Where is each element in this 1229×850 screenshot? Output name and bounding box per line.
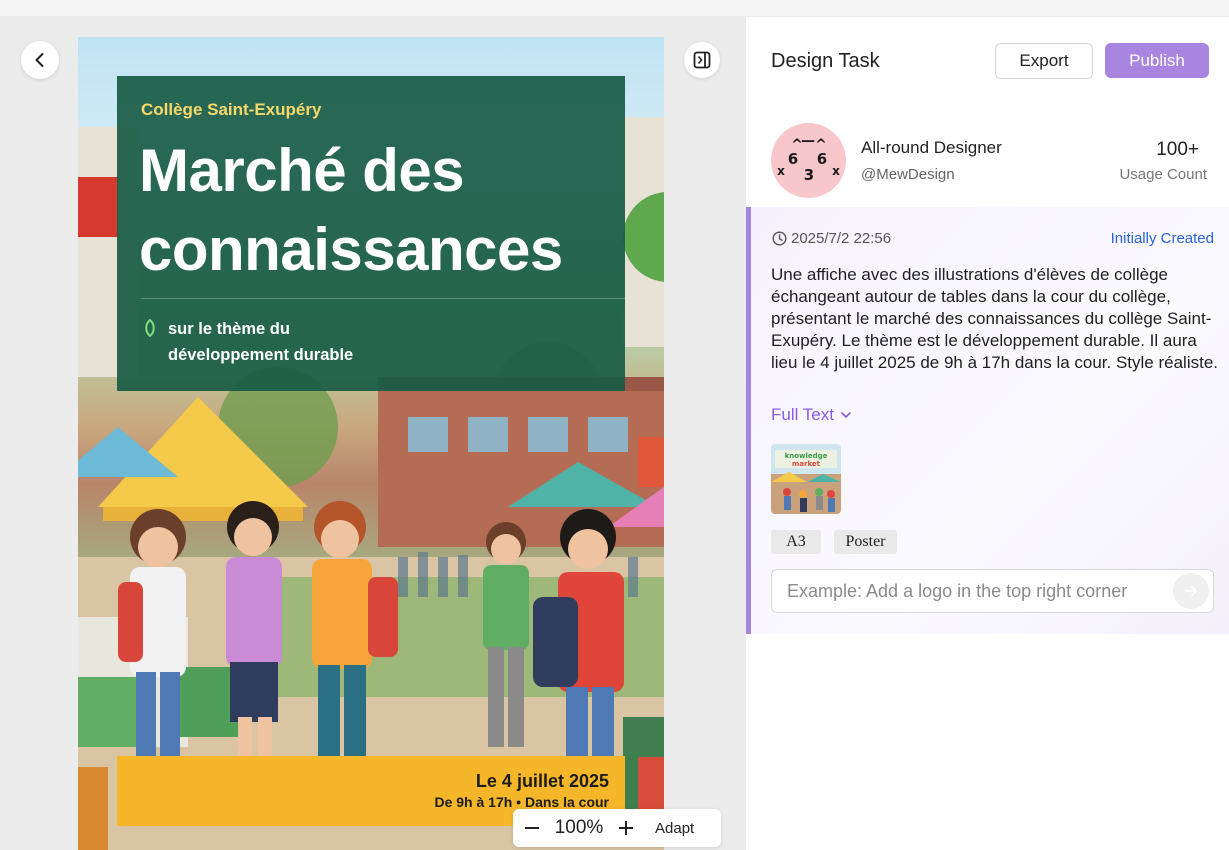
svg-text:knowledge: knowledge — [785, 452, 828, 460]
poster-school-name: Collège Saint-Exupéry — [141, 100, 322, 119]
design-canvas: Collège Saint-Exupéry Marché des connais… — [0, 17, 746, 850]
initially-created-link[interactable]: Initially Created — [1111, 230, 1214, 247]
poster-title-line-1: Marché des — [139, 137, 465, 204]
usage-count: 100+ — [1156, 139, 1199, 160]
zoom-controls: 100% Adapt — [513, 809, 721, 847]
edit-prompt-field[interactable] — [771, 569, 1214, 613]
tag-size: A3 — [771, 530, 821, 554]
svg-text:market: market — [792, 460, 821, 468]
back-button[interactable] — [21, 41, 59, 79]
svg-text:6: 6 — [788, 150, 798, 168]
poster-preview[interactable]: Collège Saint-Exupéry Marché des connais… — [78, 37, 664, 850]
adapt-button[interactable]: Adapt — [655, 820, 694, 837]
thumbnail-image: knowledge market — [771, 444, 841, 514]
cat-face-icon: ^ — ^ 6 6 x 3 x — [777, 133, 840, 184]
edit-prompt-input[interactable] — [787, 570, 1137, 612]
export-button[interactable]: Export — [995, 43, 1093, 79]
designer-handle: @MewDesign — [861, 166, 955, 183]
svg-text:—: — — [801, 133, 815, 149]
poster-time-location: De 9h à 17h • Dans la cour — [434, 794, 609, 810]
publish-button[interactable]: Publish — [1105, 43, 1209, 78]
poster-date: Le 4 juillet 2025 — [475, 771, 609, 791]
plus-icon — [619, 821, 633, 835]
task-prompt: Une affiche avec des illustrations d'élè… — [771, 265, 1219, 372]
arrow-right-icon — [1184, 586, 1197, 596]
leaf-icon — [145, 319, 155, 337]
chevron-down-icon — [841, 412, 851, 419]
poster-title: Marché des connaissances — [139, 131, 639, 289]
title-divider — [141, 298, 625, 299]
clock-icon — [772, 231, 787, 246]
avatar[interactable]: ^ — ^ 6 6 x 3 x — [771, 123, 846, 198]
send-button[interactable] — [1173, 573, 1209, 609]
top-bar — [0, 0, 1229, 17]
poster-title-line-2: connaissances — [139, 216, 563, 283]
design-task-panel: Design Task Export Publish ^ — ^ 6 6 x 3… — [746, 17, 1229, 850]
toggle-panel-button[interactable] — [684, 42, 720, 78]
poster-subtitle: sur le thème du développement durable — [168, 316, 428, 368]
tag-type: Poster — [834, 530, 897, 554]
full-text-label: Full Text — [771, 405, 834, 424]
svg-text:6: 6 — [817, 150, 827, 168]
svg-text:x: x — [777, 164, 785, 178]
svg-text:3: 3 — [804, 166, 814, 184]
sidebar-toggle-icon — [693, 51, 711, 69]
minus-icon — [525, 827, 539, 829]
svg-text:x: x — [832, 164, 840, 178]
zoom-in-button[interactable] — [607, 809, 645, 847]
chevron-left-icon — [35, 53, 44, 67]
full-text-toggle[interactable]: Full Text — [771, 405, 852, 425]
panel-title: Design Task — [771, 50, 880, 72]
task-timestamp: 2025/7/2 22:56 — [791, 230, 892, 247]
poster-subtitle-line-2: développement durable — [168, 346, 354, 364]
designer-name: All-round Designer — [861, 138, 1002, 157]
poster-subtitle-line-1: sur le thème du — [168, 320, 290, 338]
poster-thumbnail[interactable]: knowledge market — [771, 444, 841, 514]
zoom-level: 100% — [554, 817, 604, 838]
usage-count-label: Usage Count — [1119, 166, 1207, 183]
task-card: 2025/7/2 22:56 Initially Created Une aff… — [746, 207, 1229, 634]
zoom-out-button[interactable] — [513, 809, 551, 847]
poster-title-box: Collège Saint-Exupéry Marché des connais… — [117, 76, 625, 391]
